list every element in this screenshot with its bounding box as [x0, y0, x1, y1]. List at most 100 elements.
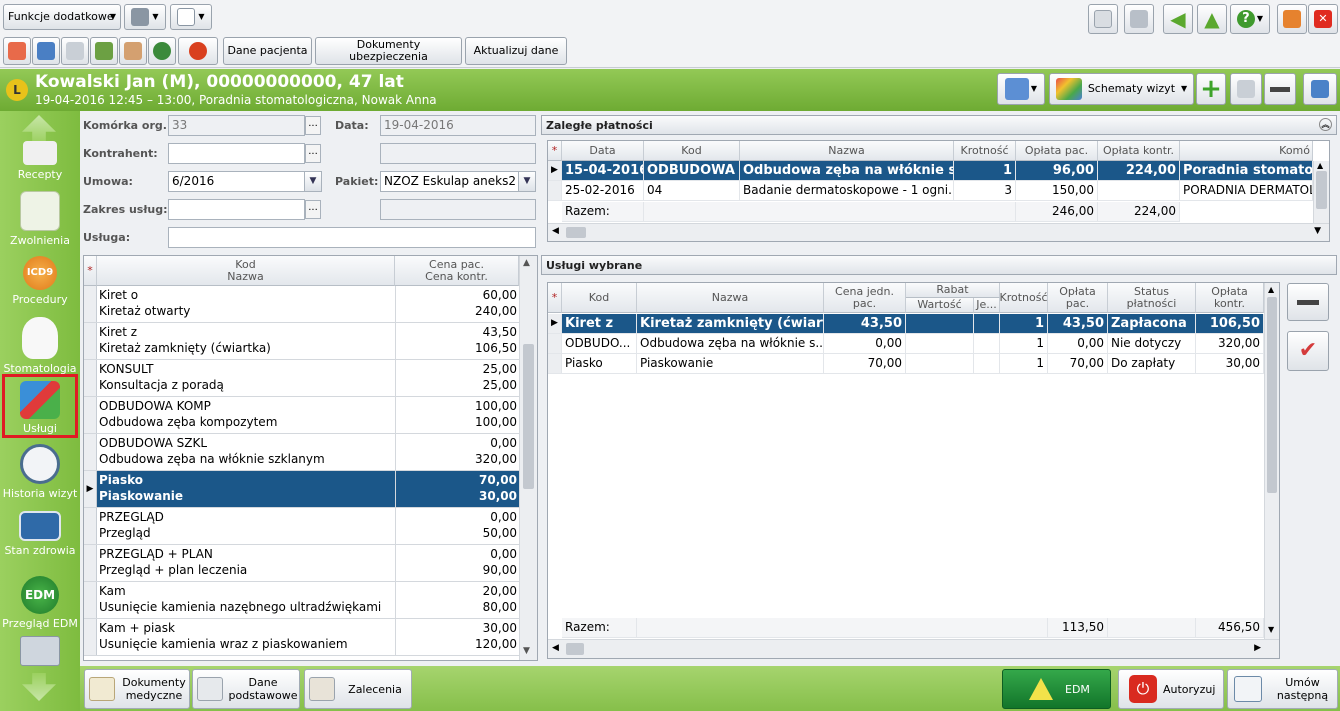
sidebar-item-edm[interactable]: EDM Przegląd EDM — [0, 576, 80, 630]
scroll-thumb[interactable] — [566, 227, 586, 238]
chevron-left-icon[interactable]: ◀ — [552, 643, 559, 653]
price-header[interactable]: Cena pac. Cena kontr. — [395, 256, 519, 286]
calendar-button[interactable] — [32, 37, 60, 65]
table-row[interactable]: ▶ Piasko Piaskowanie 70,00 30,00 — [84, 471, 519, 508]
tab-update-data[interactable]: Aktualizuj dane — [465, 37, 567, 65]
table-row[interactable]: Kam Usunięcie kamienia nazębnego ultradź… — [84, 582, 519, 619]
selected-hscroll[interactable]: ◀ ▶ — [548, 639, 1279, 658]
table-row[interactable]: KONSULT Konsultacja z poradą 25,00 25,00 — [84, 360, 519, 397]
archive-icon[interactable] — [20, 636, 60, 666]
komorka-field[interactable]: 33 — [168, 115, 305, 136]
chevron-right-icon[interactable]: ▶ — [1254, 643, 1261, 653]
table-row[interactable]: ODBUDOWA KOMP Odbudowa zęba kompozytem 1… — [84, 397, 519, 434]
komorka-header[interactable]: Komó — [1180, 141, 1313, 161]
schedule-button[interactable] — [148, 37, 176, 65]
oplata-kontr-header[interactable]: Opłata kontr. — [1098, 141, 1180, 161]
help-dropdown[interactable]: ? ▼ — [1230, 4, 1270, 34]
table-row[interactable]: Kiret o Kiretaż otwarty 60,00 240,00 — [84, 286, 519, 323]
back-button[interactable]: ◀ — [1163, 4, 1193, 34]
wartosc-header[interactable]: Wartość — [906, 298, 974, 313]
sidebar-item-stomatologia[interactable]: Stomatologia — [0, 317, 80, 375]
date-field[interactable]: 19-04-2016 — [380, 115, 536, 136]
close-button[interactable]: ✕ — [1308, 4, 1338, 34]
home-button[interactable] — [3, 37, 31, 65]
chevron-down-icon[interactable]: ▼ — [304, 172, 321, 191]
je-header[interactable]: Je... — [974, 298, 1000, 313]
chevron-down-icon[interactable]: ▼ — [1314, 226, 1321, 236]
table-row[interactable]: ▶ Kiret z Kiretaż zamknięty (ćwiart... 43,5… — [548, 314, 1264, 334]
edm-button[interactable]: EDM — [1002, 669, 1111, 709]
scroll-thumb[interactable] — [1267, 297, 1277, 493]
recommendations-button[interactable]: Zalecenia — [304, 669, 412, 709]
komorka-browse-button[interactable]: ... — [305, 116, 321, 135]
scroll-thumb[interactable] — [1316, 171, 1327, 209]
table-row[interactable]: ODBUDOWA SZKL Odbudowa zęba na włóknie s… — [84, 434, 519, 471]
up-button[interactable]: ▲ — [1197, 4, 1227, 34]
export-button[interactable] — [1303, 73, 1337, 105]
authorize-button[interactable]: ⏻ Autoryzuj — [1118, 669, 1224, 709]
tools-button[interactable] — [178, 37, 218, 65]
pakiet-select[interactable]: NZOZ Eskulap aneks2 ▼ — [380, 171, 536, 192]
table-row[interactable]: ODBUDO... Odbudowa zęba na włóknie s... 0,… — [548, 334, 1264, 354]
cena-jedn-header[interactable]: Cena jedn. pac. — [824, 283, 906, 313]
mail-button[interactable] — [1088, 4, 1118, 34]
extra-functions-dropdown[interactable]: Funkcje dodatkowe ▼ — [3, 4, 121, 30]
nazwa-header[interactable]: Nazwa — [637, 283, 824, 313]
edit-button[interactable] — [1230, 73, 1262, 105]
table-row[interactable]: Piasko Piaskowanie 70,00 1 70,00 Do zapłaty 30… — [548, 354, 1264, 374]
scroll-down-icon[interactable] — [22, 673, 56, 701]
visit-schemes-dropdown[interactable]: Schematy wizyt ▼ — [1049, 73, 1194, 105]
add-button[interactable]: + — [1196, 73, 1226, 105]
table-row[interactable]: Kam + piask Usunięcie kamienia wraz z pi… — [84, 619, 519, 656]
puzzle-dropdown[interactable]: ▼ — [997, 73, 1045, 105]
chevron-left-icon[interactable]: ◀ — [552, 226, 559, 236]
krotnosc-header[interactable]: Krotność — [999, 283, 1048, 313]
kontrahent-field[interactable] — [168, 143, 305, 164]
sidebar-item-uslugi[interactable]: Usługi — [2, 374, 78, 438]
usluga-search-field[interactable] — [168, 227, 536, 248]
arrears-hscroll[interactable]: ◀ ▼ — [548, 223, 1329, 241]
table-row[interactable]: PRZEGLĄD Przegląd 0,00 50,00 — [84, 508, 519, 545]
schedule-next-button[interactable]: Umów następną — [1227, 669, 1338, 709]
scroll-thumb[interactable] — [566, 643, 584, 655]
kod-nazwa-header[interactable]: Kod Nazwa — [97, 256, 395, 286]
sidebar-item-procedury[interactable]: ICD9 Procedury — [0, 256, 80, 306]
chevron-down-icon[interactable]: ▼ — [1268, 625, 1274, 634]
kod-header[interactable]: Kod — [644, 141, 740, 161]
kontrahent-browse-button[interactable]: ... — [305, 144, 321, 163]
table-row[interactable]: 25-02-2016 04 Badanie dermatoskopowe - 1 o… — [548, 181, 1313, 201]
table-row[interactable]: Kiret z Kiretaż zamknięty (ćwiartka) 43,… — [84, 323, 519, 360]
nazwa-header[interactable]: Nazwa — [740, 141, 954, 161]
krotnosc-header[interactable]: Krotność — [954, 141, 1016, 161]
sidebar-item-recepty[interactable]: Recepty — [0, 141, 80, 181]
medical-documents-button[interactable]: Dokumenty medyczne — [84, 669, 190, 709]
table-row[interactable]: PRZEGLĄD + PLAN Przegląd + plan leczenia… — [84, 545, 519, 582]
services-scrollbar[interactable]: ▲ ▼ — [519, 256, 537, 660]
oplata-pac-header[interactable]: Opłata pac. — [1016, 141, 1098, 161]
layout-dropdown[interactable]: ▼ — [170, 4, 212, 30]
chevron-down-icon[interactable]: ▼ — [518, 172, 535, 191]
kod-header[interactable]: Kod — [562, 283, 637, 313]
zakres-browse-button[interactable]: ... — [305, 200, 321, 219]
network-button[interactable] — [1124, 4, 1154, 34]
notes-button[interactable] — [61, 37, 89, 65]
table-row[interactable]: ▶15-04-2016ODBUDOWA ...Odbudowa zęba na … — [548, 161, 1313, 181]
scroll-up-icon[interactable] — [22, 115, 56, 143]
chevron-down-icon[interactable]: ▼ — [523, 646, 530, 656]
status-header[interactable]: Status płatności — [1108, 283, 1196, 313]
arrears-vscroll[interactable]: ▲ — [1313, 161, 1329, 223]
selected-vscroll[interactable]: ▲ ▼ — [1264, 283, 1279, 639]
data-header[interactable]: Data — [562, 141, 644, 161]
oplata-pac-header[interactable]: Opłata pac. — [1048, 283, 1108, 313]
umowa-select[interactable]: 6/2016 ▼ — [168, 171, 322, 192]
tab-insurance-docs[interactable]: Dokumenty ubezpieczenia — [315, 37, 462, 65]
oplata-kontr-header[interactable]: Opłata kontr. — [1196, 283, 1264, 313]
zakres-field[interactable] — [168, 199, 305, 220]
patients-button[interactable] — [119, 37, 147, 65]
documents-button[interactable] — [90, 37, 118, 65]
collapse-icon[interactable]: ︽ — [1319, 118, 1332, 131]
tab-patient-data[interactable]: Dane pacjenta — [223, 37, 312, 65]
lock-button[interactable] — [1277, 4, 1307, 34]
scroll-thumb[interactable] — [523, 344, 534, 489]
sidebar-item-zwolnienia[interactable]: Zwolnienia — [0, 191, 80, 247]
